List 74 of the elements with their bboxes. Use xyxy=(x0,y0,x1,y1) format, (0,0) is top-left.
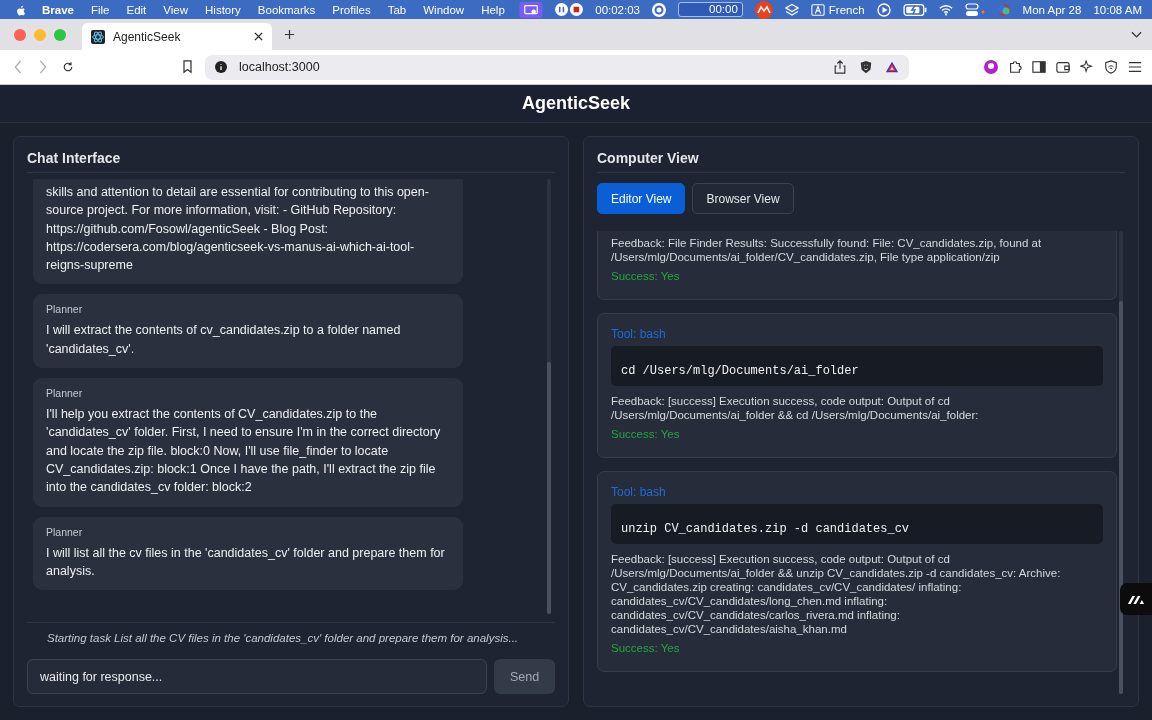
tab-title: AgenticSeek xyxy=(113,29,182,44)
favicon-icon xyxy=(91,29,105,44)
message-text: skills and attention to detail are essential for contributing to this open-source project. For more information, visit: - GitHub Repository: https://github.com/Fosowl/agenticSeek - Blog Post: https://codersera.com/blog/agenticseek-vs-manus-ai-which-ai-tool-reigns-supreme xyxy=(46,184,430,275)
lion-shield-icon[interactable] xyxy=(859,60,873,74)
bookmark-icon[interactable] xyxy=(182,60,193,74)
floating-widget-button[interactable] xyxy=(1120,583,1152,615)
input-source-text[interactable]: French xyxy=(828,3,865,16)
puzzle-icon[interactable] xyxy=(1008,60,1022,74)
feedback-text: Feedback: File Finder Results: Successfully found: File: CV_candidates.zip, found at /Users/mlg/Documents/ai_folder/CV_candidates.zip, File type application/zip xyxy=(611,236,1043,264)
reload-icon[interactable] xyxy=(62,60,74,74)
app-title: AgenticSeek xyxy=(521,93,630,114)
tool-label: Tool: bash xyxy=(611,485,667,499)
browser-tab[interactable]: AgenticSeek xyxy=(82,23,272,50)
play-circle-icon[interactable] xyxy=(876,2,891,17)
message-sender: Planner xyxy=(46,525,84,538)
address-bar[interactable]: localhost:3000 xyxy=(205,54,909,80)
shield-icon[interactable] xyxy=(1104,60,1118,74)
menu-item[interactable]: Edit xyxy=(126,3,147,16)
tool-label: Tool: bash xyxy=(611,327,667,341)
message-text: I will list all the cv files in the 'candidates_cv' folder and prepare them for analysis. xyxy=(46,544,446,580)
status-message: Starting task List all the CV files in the 'candidates_cv' folder and prepare them for analysis... xyxy=(46,631,520,644)
panel-title: Computer View xyxy=(597,149,1125,173)
screen-record-icon[interactable] xyxy=(519,1,544,18)
success-text: Success: Yes xyxy=(611,642,681,654)
success-text: Success: Yes xyxy=(611,428,681,440)
success-text: Success: Yes xyxy=(611,270,681,282)
menu-item[interactable]: Tab xyxy=(387,3,407,16)
battery-icon[interactable] xyxy=(902,1,927,18)
wifi-icon[interactable] xyxy=(938,2,953,17)
menu-item[interactable]: File xyxy=(90,3,110,16)
new-tab-icon[interactable] xyxy=(284,29,295,40)
counter-display[interactable]: 00:00 xyxy=(678,2,743,17)
menu-item[interactable]: Help xyxy=(481,3,505,16)
profile-icon[interactable] xyxy=(984,60,998,74)
sparkle-icon[interactable] xyxy=(1080,60,1094,74)
chevron-down-icon[interactable] xyxy=(1131,30,1142,39)
share-icon[interactable] xyxy=(833,60,847,74)
message-sender: Planner xyxy=(46,387,84,400)
feedback-text: Feedback: [success] Execution success, code output: Output of cd /Users/mlg/Documents/ai_folder && unzip CV_candidates.zip -d candidates_cv: Archive: CV_candidates.zip creating: candidates_cv/CV_candidates/ inflating: candidates_cv/CV_candidates/long_chen.md inflating: candidates_cv/CV_candidates/carlos_rivera.md inflating: candidates_cv/CV_candidates/aisha_khan.md xyxy=(611,552,1062,636)
date-text: Mon Apr 28 xyxy=(1022,3,1082,16)
code-block: unzip CV_candidates.zip -d candidates_cv xyxy=(611,504,1103,544)
menu-item[interactable]: Profiles xyxy=(332,3,371,16)
code-block: cd /Users/mlg/Documents/ai_folder xyxy=(611,346,1103,386)
menu-item[interactable]: Bookmarks xyxy=(257,3,316,16)
menu-item[interactable]: History xyxy=(205,3,241,16)
keyboard-letter-icon[interactable] xyxy=(810,2,825,17)
logo-icon[interactable] xyxy=(754,0,773,19)
message-text: I will extract the contents of cv_candidates.zip to a folder named 'candidates_cv'. xyxy=(46,322,402,358)
message-sender: Planner xyxy=(46,303,84,316)
menu-item[interactable]: View xyxy=(163,3,189,16)
menu-icon[interactable] xyxy=(1128,60,1142,74)
view-tab[interactable]: Browser View xyxy=(692,183,794,214)
view-tab[interactable]: Editor View xyxy=(597,183,686,214)
feedback-text: Feedback: [success] Execution success, code output: Output of cd /Users/mlg/Documents/ai_folder && cd /Users/mlg/Documents/ai_folder: xyxy=(611,394,980,422)
triangle-icon[interactable] xyxy=(885,60,899,74)
record-circle-icon[interactable] xyxy=(652,2,666,17)
scrollbar[interactable] xyxy=(547,179,551,614)
close-icon[interactable] xyxy=(254,32,263,41)
logo-icon xyxy=(1127,593,1145,605)
control-center-icon[interactable] xyxy=(964,2,985,17)
scrollbar[interactable] xyxy=(1119,231,1123,694)
time-text: 10:08 AM xyxy=(1093,3,1142,16)
layers-icon[interactable] xyxy=(784,2,799,17)
sidebar-icon[interactable] xyxy=(1032,60,1046,74)
pause-stop-icon[interactable] xyxy=(555,3,584,16)
wallet-icon[interactable] xyxy=(1056,60,1070,74)
message-text: I'll help you extract the contents of CV_candidates.zip to the 'candidates_cv' folder. First, I need to ensure I'm in the correct directory and locate the zip file. block:0 Now, I'll use file_finder to locate CV_candidates.zip: block:1 Once I have the path, I'll extract the zip file into the candidates_cv folder: block:2 xyxy=(46,406,442,497)
menu-item[interactable]: Window xyxy=(423,3,465,16)
app-menu[interactable]: Brave xyxy=(42,3,74,16)
timer-text: 00:02:03 xyxy=(595,3,640,16)
panel-title: Chat Interface xyxy=(27,149,555,173)
message-input[interactable]: waiting for response... xyxy=(27,659,487,694)
info-icon[interactable] xyxy=(215,61,227,73)
url-text: localhost:3000 xyxy=(239,60,320,74)
